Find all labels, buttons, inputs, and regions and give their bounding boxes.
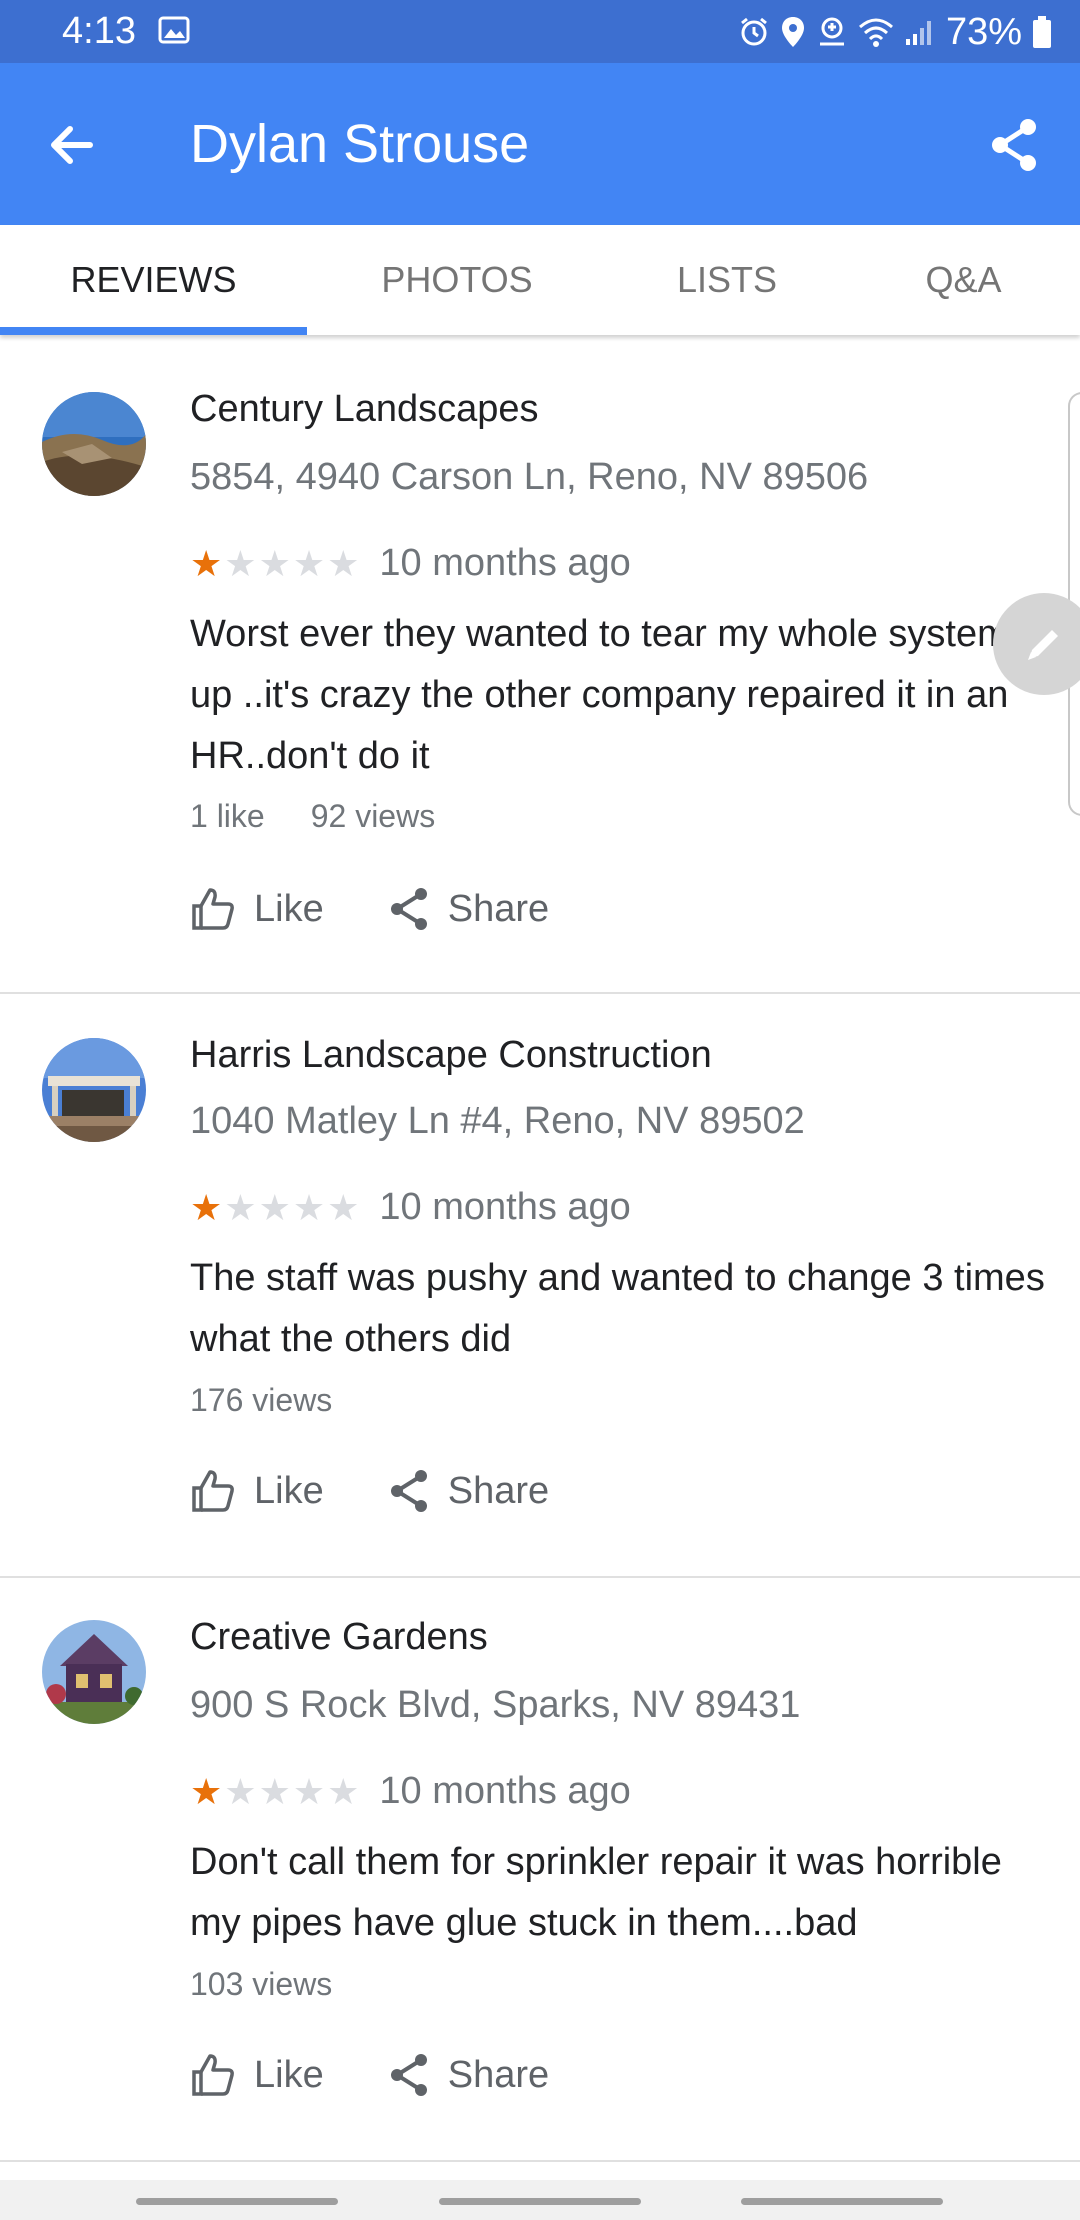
share-button[interactable]: Share [388, 2052, 549, 2098]
like-label: Like [254, 1469, 324, 1512]
review-actions: Like Share [190, 886, 613, 932]
star-rating: ★ ★ ★ ★ ★ [190, 542, 360, 584]
thumbs-up-icon [192, 2054, 234, 2096]
place-address: 900 S Rock Blvd, Sparks, NV 89431 [190, 1684, 801, 1726]
thumbs-up-icon [192, 888, 234, 930]
star-icon: ★ [258, 542, 291, 584]
review-date: 10 months ago [379, 1770, 631, 1812]
share-label: Share [447, 887, 550, 930]
star-icon: ★ [258, 1186, 291, 1228]
review-card: Harris Landscape Construction 1040 Matle… [0, 994, 1080, 1578]
patio-photo-icon [42, 1038, 146, 1142]
share-icon[interactable] [982, 113, 1046, 177]
share-label: Share [447, 1469, 550, 1512]
wifi-icon [858, 18, 893, 47]
like-button[interactable]: Like [190, 886, 324, 932]
review-text: Don't call them for sprinkler repair it … [190, 1841, 1002, 1944]
back-arrow-icon[interactable] [40, 113, 104, 177]
star-icon: ★ [258, 1770, 291, 1812]
place-address: 1040 Matley Ln #4, Reno, NV 89502 [190, 1100, 805, 1142]
star-rating: ★ ★ ★ ★ ★ [190, 1770, 360, 1812]
share-button[interactable]: Share [388, 1468, 549, 1514]
tab-lists[interactable]: LISTS [607, 225, 847, 335]
review-actions: Like Share [190, 2052, 613, 2098]
like-label: Like [254, 887, 324, 930]
rating-row: ★ ★ ★ ★ ★ 10 months ago [190, 1770, 631, 1813]
battery-icon [1033, 16, 1051, 48]
star-icon: ★ [292, 1770, 326, 1812]
review-actions: Like Share [190, 1468, 613, 1514]
place-name[interactable]: Century Landscapes [190, 388, 539, 431]
star-rating: ★ ★ ★ ★ ★ [190, 1186, 360, 1228]
place-photo-avatar[interactable] [42, 392, 146, 496]
share-icon [390, 2054, 427, 2096]
star-icon: ★ [327, 1770, 360, 1812]
review-stats: 176 views [190, 1382, 332, 1419]
view-count: 176 views [190, 1382, 333, 1418]
review-text: Worst ever they wanted to tear my whole … [190, 613, 1009, 777]
tab-reviews[interactable]: REVIEWS [0, 225, 307, 335]
share-button[interactable]: Share [388, 886, 549, 932]
review-stats: 103 views [190, 1966, 332, 2003]
rating-row: ★ ★ ★ ★ ★ 10 months ago [190, 542, 631, 585]
nav-recent-apps[interactable] [136, 2198, 338, 2205]
place-name[interactable]: Harris Landscape Construction [190, 1034, 712, 1077]
nav-back[interactable] [741, 2198, 943, 2205]
share-icon [390, 1470, 427, 1512]
star-icon: ★ [292, 1186, 326, 1228]
sync-icon [819, 17, 844, 46]
share-icon [390, 888, 427, 930]
tab-photos[interactable]: PHOTOS [307, 225, 607, 335]
battery-percentage: 73% [945, 10, 1022, 53]
signal-icon [905, 21, 931, 45]
view-count: 92 views [310, 798, 436, 834]
share-label: Share [447, 2053, 550, 2096]
page-title: Dylan Strouse [190, 114, 530, 174]
tab-bar: REVIEWS PHOTOS LISTS Q&A [0, 225, 1080, 335]
star-icon: ★ [327, 542, 360, 584]
tab-qa[interactable]: Q&A [847, 225, 1080, 335]
star-icon: ★ [190, 1770, 223, 1812]
star-icon: ★ [292, 542, 326, 584]
star-icon: ★ [327, 1186, 360, 1228]
star-icon: ★ [190, 1186, 223, 1228]
review-date: 10 months ago [379, 1186, 631, 1228]
like-count: 1 like [190, 798, 265, 834]
status-time: 4:13 [62, 10, 136, 52]
location-icon [781, 17, 804, 47]
app-bar: Dylan Strouse [0, 63, 1080, 225]
system-nav-bar [0, 2180, 1080, 2220]
view-count: 103 views [190, 1966, 333, 2002]
like-button[interactable]: Like [190, 1468, 324, 1514]
star-icon: ★ [224, 1186, 257, 1228]
active-tab-indicator [0, 327, 307, 335]
place-photo-avatar[interactable] [42, 1038, 146, 1142]
place-photo-avatar[interactable] [42, 1620, 146, 1724]
rating-row: ★ ★ ★ ★ ★ 10 months ago [190, 1186, 631, 1229]
gallery-notification-icon [158, 16, 190, 44]
star-icon: ★ [224, 1770, 257, 1812]
garden-house-photo-icon [42, 1620, 146, 1724]
review-date: 10 months ago [379, 542, 631, 584]
alarm-icon [741, 17, 767, 46]
status-icons: 73% [738, 10, 1052, 54]
place-address: 5854, 4940 Carson Ln, Reno, NV 89506 [190, 456, 869, 498]
status-bar: 4:13 73% [0, 0, 1080, 63]
review-card: Century Landscapes 5854, 4940 Carson Ln,… [0, 350, 1080, 994]
review-text: The staff was pushy and wanted to change… [190, 1257, 1045, 1360]
pencil-icon [1028, 630, 1058, 660]
star-icon: ★ [190, 542, 223, 584]
like-button[interactable]: Like [190, 2052, 324, 2098]
place-name[interactable]: Creative Gardens [190, 1616, 488, 1659]
landscape-photo-icon [42, 392, 146, 496]
like-label: Like [254, 2053, 324, 2096]
thumbs-up-icon [192, 1470, 234, 1512]
review-card: Creative Gardens 900 S Rock Blvd, Sparks… [0, 1578, 1080, 2162]
nav-home[interactable] [439, 2198, 641, 2205]
review-stats: 1 like 92 views [190, 798, 435, 835]
star-icon: ★ [224, 542, 257, 584]
